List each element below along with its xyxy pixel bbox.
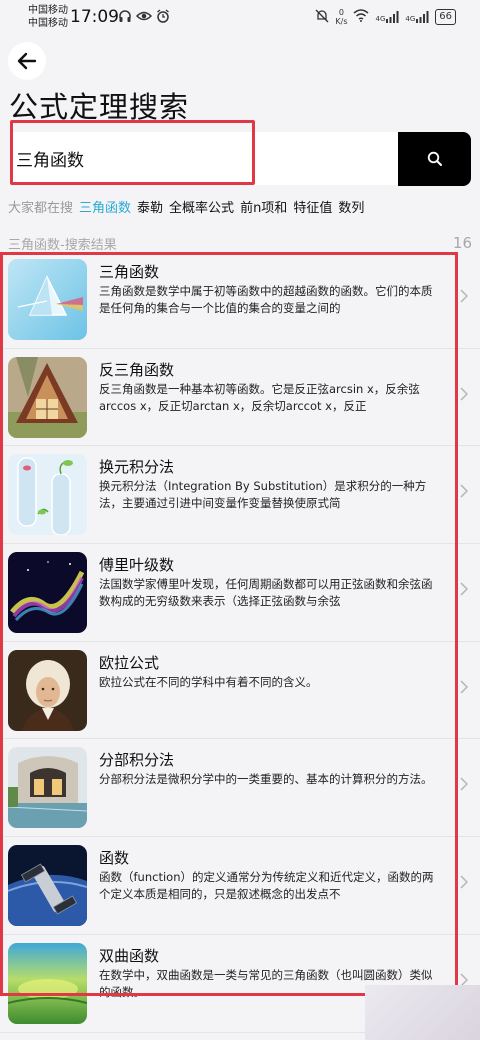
carrier-labels: 中国移动 中国移动 (28, 4, 68, 30)
hot-tag[interactable]: 数列 (338, 197, 364, 216)
wifi-icon (353, 9, 369, 25)
arrow-left-icon (17, 52, 37, 70)
search-button[interactable] (398, 132, 471, 186)
chevron-right-icon (460, 777, 468, 791)
chevron-right-icon (460, 875, 468, 889)
battery-indicator: 66 (435, 9, 456, 25)
hot-search-label: 大家都在搜 (8, 201, 74, 216)
headphones-icon (118, 9, 132, 27)
carrier-2: 中国移动 (28, 18, 68, 29)
chevron-right-icon (460, 582, 468, 596)
alarm-icon (156, 9, 170, 27)
eye-icon (135, 9, 153, 27)
signal-icon-2: 4G (405, 11, 429, 23)
signal-2-label: 4G (405, 15, 416, 23)
search-icon (427, 151, 442, 166)
chevron-right-icon (460, 289, 468, 303)
chevron-right-icon (460, 680, 468, 694)
chevron-right-icon (460, 484, 468, 498)
hot-tag[interactable]: 前n项和 (240, 197, 287, 216)
speed-unit: K/s (335, 17, 348, 26)
clock: 17:09 (70, 7, 119, 27)
chevron-right-icon (460, 387, 468, 401)
speed-value: 0 (338, 8, 344, 17)
hot-tag[interactable]: 三角函数 (79, 197, 131, 216)
mute-icon (315, 9, 329, 26)
hot-tag[interactable]: 全概率公式 (169, 197, 234, 216)
network-speed: 0 K/s (335, 8, 347, 26)
hot-tag[interactable]: 特征值 (293, 197, 332, 216)
highlight-result-list (0, 252, 458, 996)
signal-icon-1: 4G (375, 11, 399, 23)
hot-search-row: 大家都在搜 三角函数 泰勒 全概率公式 前n项和 特征值 数列 (8, 197, 364, 216)
back-button[interactable] (8, 42, 46, 80)
corner-overlay (365, 985, 480, 1040)
highlight-search-box (10, 120, 255, 185)
status-bar: 中国移动 中国移动 17:09 0 K/s 4G 4G 66 (0, 0, 480, 36)
carrier-1: 中国移动 (28, 5, 68, 16)
status-icons-right: 0 K/s 4G 4G 66 (315, 8, 456, 26)
hot-tag[interactable]: 泰勒 (137, 197, 163, 216)
status-icons-left (118, 9, 170, 27)
signal-1-label: 4G (375, 15, 386, 23)
